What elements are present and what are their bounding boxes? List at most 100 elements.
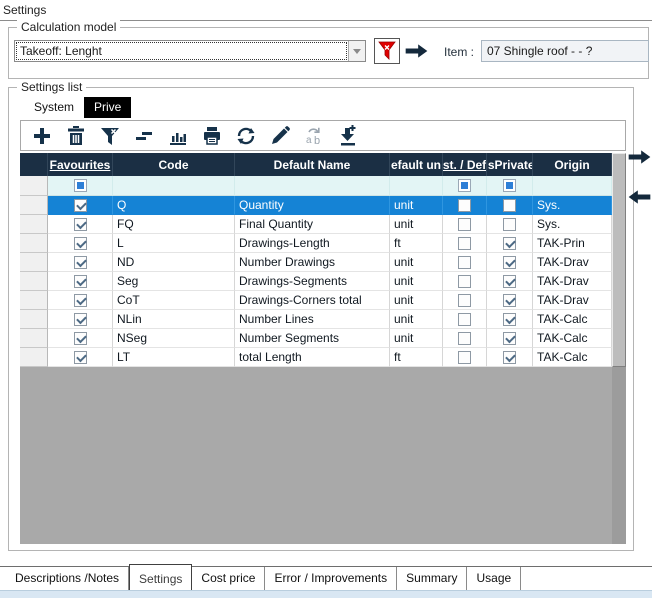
code-cell: Q [113, 196, 235, 215]
row-selector[interactable] [20, 310, 48, 329]
column-header-code[interactable]: Code [113, 153, 235, 176]
favourite-cell [48, 234, 113, 253]
row-selector[interactable] [20, 291, 48, 310]
table-row[interactable]: CoTDrawings-Corners totalunitTAK-Drav [20, 291, 612, 310]
remove-button[interactable] [131, 123, 157, 149]
favourite-checkbox[interactable] [74, 351, 87, 364]
inst-default-cell [443, 196, 487, 215]
column-header-orig[interactable]: Origin [533, 153, 612, 176]
bottom-tab-descriptions-notes[interactable]: Descriptions /Notes [6, 567, 129, 590]
is-private-checkbox[interactable] [503, 275, 516, 288]
favourite-checkbox[interactable] [74, 218, 87, 231]
is-private-checkbox[interactable] [503, 237, 516, 250]
print-icon [201, 125, 223, 147]
is-private-checkbox[interactable] [503, 256, 516, 269]
code-cell: FQ [113, 215, 235, 234]
inst-default-checkbox[interactable] [458, 199, 471, 212]
filter-button-def[interactable] [458, 179, 471, 192]
import-download-icon [337, 125, 359, 147]
scrollbar-thumb[interactable] [612, 153, 626, 367]
table-empty-area [20, 367, 612, 544]
bottom-tab-usage[interactable]: Usage [467, 567, 521, 590]
calculation-model-dropdown[interactable]: Takeoff: Lenght [14, 40, 366, 62]
rename-button[interactable]: a b [301, 123, 327, 149]
add-icon [31, 125, 53, 147]
filter-button-fav[interactable] [74, 179, 87, 192]
favourite-checkbox[interactable] [74, 313, 87, 326]
column-header-unit[interactable]: efault un [390, 153, 443, 176]
row-selector[interactable] [20, 196, 48, 215]
is-private-checkbox[interactable] [503, 294, 516, 307]
is-private-checkbox[interactable] [503, 351, 516, 364]
model-filter-button[interactable] [374, 38, 400, 64]
favourite-checkbox[interactable] [74, 275, 87, 288]
favourite-checkbox[interactable] [74, 199, 87, 212]
table-row[interactable]: FQFinal QuantityunitSys. [20, 215, 612, 234]
is-private-checkbox[interactable] [503, 199, 516, 212]
add-button[interactable] [29, 123, 55, 149]
table-row[interactable]: LDrawings-LengthftTAK-Prin [20, 234, 612, 253]
orig-cell: Sys. [533, 215, 612, 234]
settings-list-label: Settings list [17, 80, 86, 94]
unit-cell: ft [390, 348, 443, 367]
move-right-arrow-icon[interactable] [627, 147, 652, 167]
table-row[interactable]: LTtotal LengthftTAK-Calc [20, 348, 612, 367]
filter-button-priv[interactable] [503, 179, 516, 192]
inst-default-checkbox[interactable] [458, 218, 471, 231]
print-button[interactable] [199, 123, 225, 149]
table-row[interactable]: SegDrawings-SegmentsunitTAK-Drav [20, 272, 612, 291]
inst-default-checkbox[interactable] [458, 351, 471, 364]
inst-default-checkbox[interactable] [458, 275, 471, 288]
tab-system[interactable]: System [24, 97, 84, 118]
column-header-fav[interactable]: Favourites [48, 153, 113, 176]
inst-default-checkbox[interactable] [458, 237, 471, 250]
chart-button[interactable] [165, 123, 191, 149]
is-private-checkbox[interactable] [503, 313, 516, 326]
filter-cell-priv [487, 176, 533, 196]
favourite-checkbox[interactable] [74, 237, 87, 250]
row-selector[interactable] [20, 234, 48, 253]
edit-button[interactable] [267, 123, 293, 149]
row-selector[interactable] [20, 272, 48, 291]
import-button[interactable] [335, 123, 361, 149]
inst-default-checkbox[interactable] [458, 294, 471, 307]
move-left-arrow-icon[interactable] [627, 187, 652, 207]
orig-cell: TAK-Drav [533, 291, 612, 310]
dropdown-button[interactable] [348, 41, 365, 61]
table-row[interactable]: NSegNumber SegmentsunitTAK-Calc [20, 329, 612, 348]
is-private-cell [487, 234, 533, 253]
is-private-checkbox[interactable] [503, 218, 516, 231]
unit-cell: unit [390, 253, 443, 272]
row-selector[interactable] [20, 329, 48, 348]
column-header-priv[interactable]: IsPrivate [487, 153, 533, 176]
unit-cell: unit [390, 272, 443, 291]
favourite-checkbox[interactable] [74, 332, 87, 345]
bottom-tab-cost-price[interactable]: Cost price [192, 567, 265, 590]
is-private-checkbox[interactable] [503, 332, 516, 345]
inst-default-checkbox[interactable] [458, 332, 471, 345]
column-header-def[interactable]: st. / Def [443, 153, 487, 176]
bottom-tab-settings[interactable]: Settings [129, 564, 192, 591]
table-row[interactable]: NDNumber DrawingsunitTAK-Drav [20, 253, 612, 272]
bottom-tab-summary[interactable]: Summary [397, 567, 467, 590]
calculation-model-value: Takeoff: Lenght [16, 42, 347, 60]
table-row[interactable]: QQuantityunitSys. [20, 196, 612, 215]
inst-default-checkbox[interactable] [458, 256, 471, 269]
table-row[interactable]: NLinNumber LinesunitTAK-Calc [20, 310, 612, 329]
name-cell: Number Drawings [235, 253, 390, 272]
orig-cell: TAK-Calc [533, 348, 612, 367]
row-selector[interactable] [20, 253, 48, 272]
vertical-scrollbar[interactable] [612, 153, 626, 544]
tab-prive[interactable]: Prive [84, 97, 131, 118]
column-header-name[interactable]: Default Name [235, 153, 390, 176]
row-selector[interactable] [20, 348, 48, 367]
bottom-tab-error-improvements[interactable]: Error / Improvements [265, 567, 397, 590]
filter-button[interactable] [97, 123, 123, 149]
favourite-checkbox[interactable] [74, 256, 87, 269]
inst-default-checkbox[interactable] [458, 313, 471, 326]
name-cell: total Length [235, 348, 390, 367]
favourite-checkbox[interactable] [74, 294, 87, 307]
row-selector[interactable] [20, 215, 48, 234]
refresh-button[interactable] [233, 123, 259, 149]
delete-button[interactable] [63, 123, 89, 149]
